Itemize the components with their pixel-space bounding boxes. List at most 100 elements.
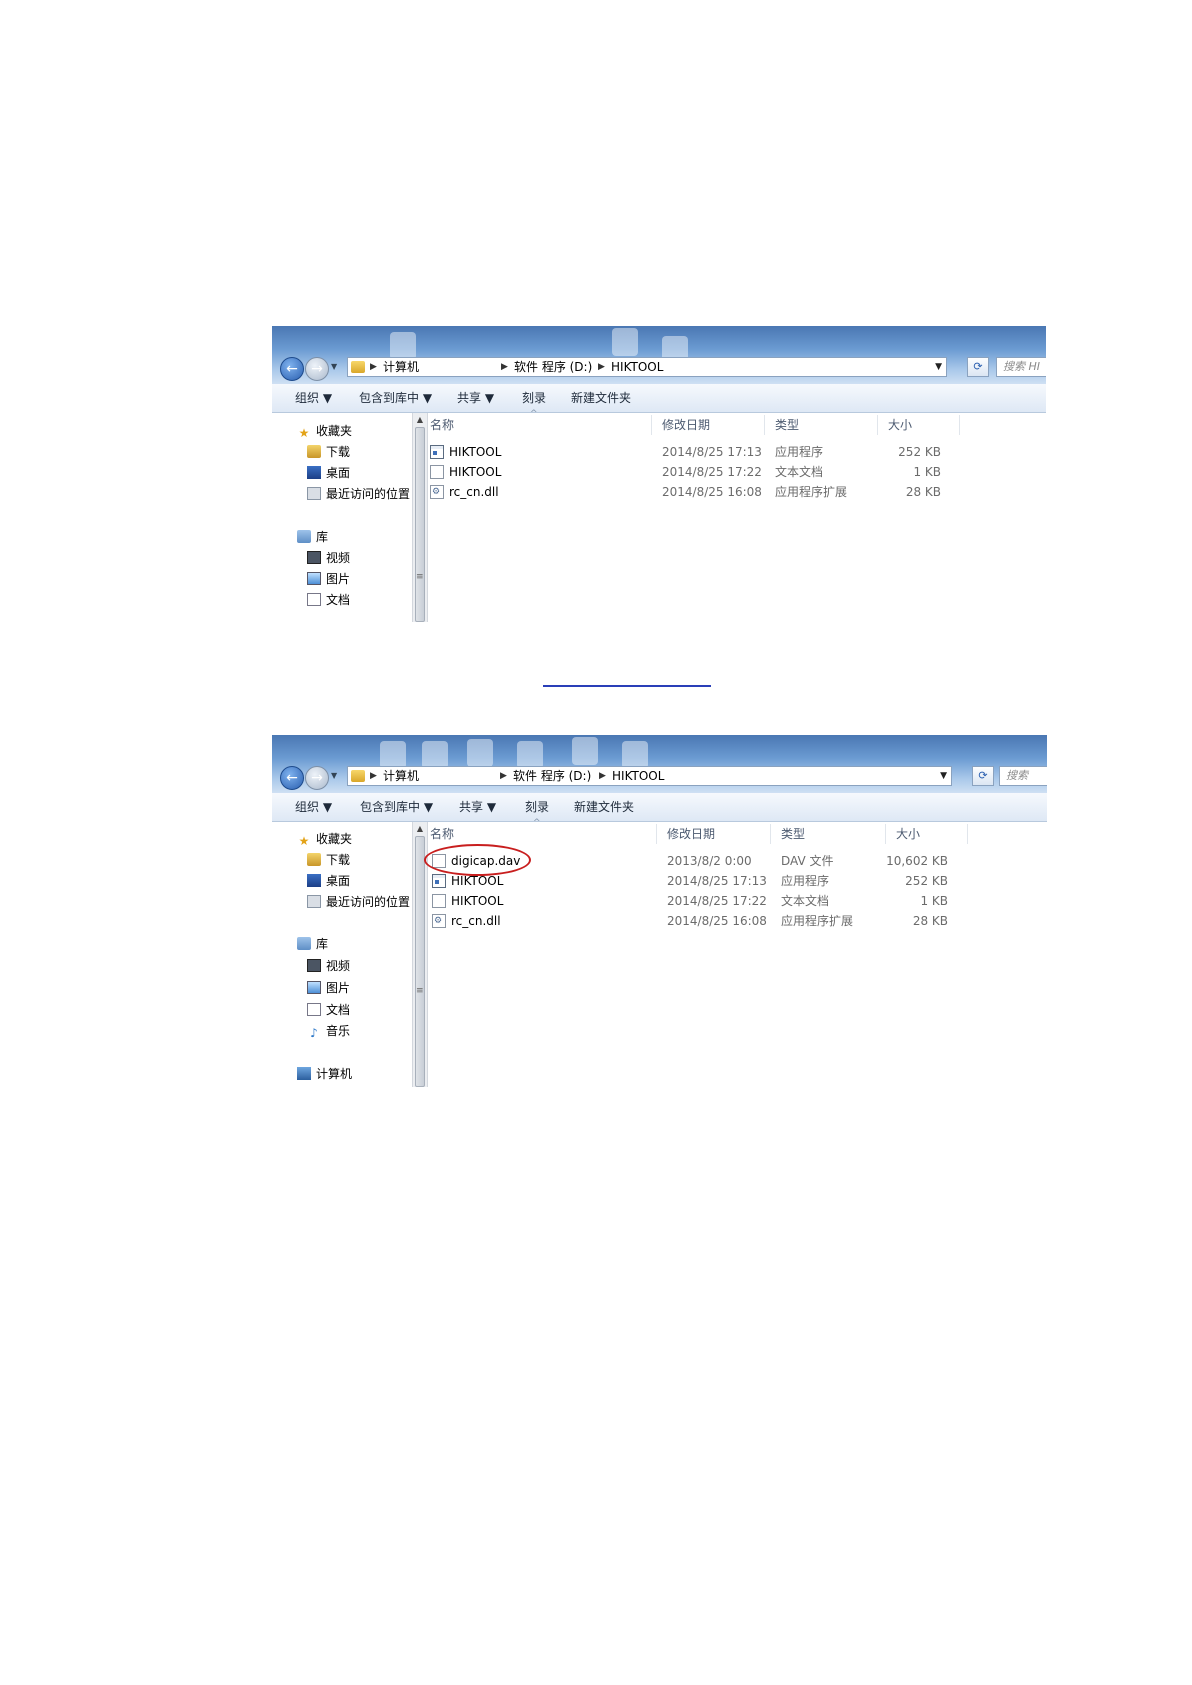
nav-item-recent-places[interactable]: 最近访问的位置	[307, 485, 410, 503]
column-header-date[interactable]: 修改日期	[667, 822, 715, 846]
recent-pages-dropdown[interactable]: ▼	[331, 362, 337, 371]
search-input[interactable]: 搜索	[999, 766, 1047, 786]
refresh-button[interactable]: ⟳	[967, 357, 989, 377]
burn-button[interactable]: 刻录	[525, 793, 549, 821]
nav-item-libraries[interactable]: 库	[297, 528, 328, 546]
column-header-type[interactable]: 类型	[781, 822, 805, 846]
nav-item-pictures[interactable]: 图片	[307, 570, 350, 588]
file-size: 1 KB	[913, 465, 941, 479]
new-folder-button[interactable]: 新建文件夹	[571, 384, 631, 412]
nav-item-recent-places[interactable]: 最近访问的位置	[307, 893, 410, 911]
column-header-name[interactable]: 名称	[430, 822, 454, 846]
library-icon	[297, 937, 311, 950]
file-row[interactable]: HIKTOOL 2014/8/25 17:13 应用程序 252 KB	[428, 443, 1046, 462]
share-button[interactable]: 共享 ▼	[459, 793, 496, 821]
file-row[interactable]: HIKTOOL 2014/8/25 17:22 文本文档 1 KB	[428, 463, 1046, 482]
file-name: rc_cn.dll	[451, 914, 501, 928]
recent-places-icon	[307, 487, 321, 500]
forward-button[interactable]: →	[305, 766, 329, 790]
breadcrumb-folder[interactable]: HIKTOOL	[612, 767, 664, 785]
scroll-grip-icon: ≡	[416, 986, 424, 996]
organize-button[interactable]: 组织 ▼	[295, 793, 332, 821]
explorer-screenshot-2: ← → ▼ ▶ 计算机 ▶ 软件 程序 (D:) ▶ HIKTOOL ▼ ⟳ 搜…	[272, 735, 1047, 1087]
address-dropdown-icon[interactable]: ▼	[940, 767, 947, 785]
file-row[interactable]: HIKTOOL 2014/8/25 17:13 应用程序 252 KB	[428, 872, 1047, 891]
file-type: 应用程序扩展	[781, 914, 854, 928]
address-dropdown-icon[interactable]: ▼	[935, 358, 942, 376]
navigation-scrollbar[interactable]: ▲ ≡	[412, 413, 428, 622]
file-name: HIKTOOL	[449, 465, 502, 479]
txt-icon	[430, 465, 444, 479]
nav-item-downloads[interactable]: 下载	[307, 443, 350, 461]
breadcrumb-drive[interactable]: 软件 程序 (D:)	[514, 358, 592, 376]
column-header-date[interactable]: 修改日期	[662, 413, 710, 437]
column-header-type[interactable]: 类型	[775, 413, 799, 437]
breadcrumb-computer[interactable]: 计算机	[383, 358, 419, 376]
address-bar[interactable]: ▶ 计算机 ▶ 软件 程序 (D:) ▶ HIKTOOL ▼	[347, 766, 952, 786]
file-date: 2013/8/2 0:00	[667, 854, 752, 868]
file-size: 28 KB	[912, 914, 948, 928]
documents-icon	[307, 593, 321, 606]
breadcrumb-folder[interactable]: HIKTOOL	[611, 358, 663, 376]
nav-item-desktop[interactable]: 桌面	[307, 464, 350, 482]
scroll-up-icon[interactable]: ▲	[413, 822, 427, 836]
file-row[interactable]: HIKTOOL 2014/8/25 17:22 文本文档 1 KB	[428, 892, 1047, 911]
recent-pages-dropdown[interactable]: ▼	[331, 771, 337, 780]
column-header-name[interactable]: 名称	[430, 413, 454, 437]
file-date: 2014/8/25 16:08	[667, 914, 767, 928]
share-button[interactable]: 共享 ▼	[457, 384, 494, 412]
scroll-up-icon[interactable]: ▲	[413, 413, 427, 427]
forward-arrow-icon: →	[311, 770, 323, 786]
column-header-size[interactable]: 大小	[888, 413, 912, 437]
back-button[interactable]: ←	[280, 766, 304, 790]
file-name: HIKTOOL	[449, 445, 502, 459]
music-icon: ♪	[310, 1026, 318, 1040]
back-button[interactable]: ←	[280, 357, 304, 381]
breadcrumb-computer[interactable]: 计算机	[383, 767, 419, 785]
nav-item-favorites[interactable]: ★ 收藏夹	[297, 830, 352, 848]
nav-item-pictures[interactable]: 图片	[307, 979, 350, 997]
forward-button[interactable]: →	[305, 357, 329, 381]
scroll-grip-icon: ≡	[416, 572, 424, 582]
include-in-library-button[interactable]: 包含到库中 ▼	[359, 384, 432, 412]
nav-item-videos[interactable]: 视频	[307, 957, 350, 975]
nav-item-documents[interactable]: 文档	[307, 591, 350, 609]
forward-arrow-icon: →	[311, 361, 323, 377]
downloads-icon	[307, 445, 321, 458]
nav-item-libraries[interactable]: 库	[297, 935, 328, 953]
search-input[interactable]: 搜索 HI	[996, 357, 1046, 377]
burn-button[interactable]: 刻录	[522, 384, 546, 412]
include-in-library-button[interactable]: 包含到库中 ▼	[360, 793, 433, 821]
breadcrumb-drive[interactable]: 软件 程序 (D:)	[513, 767, 591, 785]
nav-item-videos[interactable]: 视频	[307, 549, 350, 567]
link-underline[interactable]	[543, 685, 711, 687]
file-row[interactable]: rc_cn.dll 2014/8/25 16:08 应用程序扩展 28 KB	[428, 912, 1047, 931]
scrollbar-thumb[interactable]	[415, 427, 425, 622]
exe-icon	[432, 874, 446, 888]
nav-item-favorites[interactable]: ★ 收藏夹	[297, 422, 352, 440]
scrollbar-thumb[interactable]	[415, 836, 425, 1087]
new-folder-button[interactable]: 新建文件夹	[574, 793, 634, 821]
breadcrumb-separator-icon[interactable]: ▶	[370, 767, 377, 785]
txt-icon	[432, 894, 446, 908]
nav-item-music[interactable]: ♪ 音乐	[307, 1022, 350, 1040]
video-icon	[307, 551, 321, 564]
column-header-size[interactable]: 大小	[896, 822, 920, 846]
file-row[interactable]: rc_cn.dll 2014/8/25 16:08 应用程序扩展 28 KB	[428, 483, 1046, 502]
nav-item-downloads[interactable]: 下载	[307, 851, 350, 869]
address-bar[interactable]: ▶ 计算机 ▶ 软件 程序 (D:) ▶ HIKTOOL ▼	[347, 357, 947, 377]
breadcrumb-separator-icon[interactable]: ▶	[500, 767, 507, 785]
nav-item-documents[interactable]: 文档	[307, 1001, 350, 1019]
file-date: 2014/8/25 16:08	[662, 485, 762, 499]
refresh-button[interactable]: ⟳	[972, 766, 994, 786]
breadcrumb-separator-icon[interactable]: ▶	[501, 358, 508, 376]
breadcrumb-separator-icon[interactable]: ▶	[599, 767, 606, 785]
navigation-pane: ★ 收藏夹 下载 桌面 最近访问的位置 库 视频 图片 文档 ♪ 音乐 计算机	[272, 822, 412, 1087]
file-type: 文本文档	[775, 465, 824, 479]
organize-button[interactable]: 组织 ▼	[295, 384, 332, 412]
breadcrumb-separator-icon[interactable]: ▶	[598, 358, 605, 376]
nav-item-computer[interactable]: 计算机	[297, 1065, 352, 1083]
breadcrumb-separator-icon[interactable]: ▶	[370, 358, 377, 376]
star-icon: ★	[298, 834, 310, 848]
nav-item-desktop[interactable]: 桌面	[307, 872, 350, 890]
